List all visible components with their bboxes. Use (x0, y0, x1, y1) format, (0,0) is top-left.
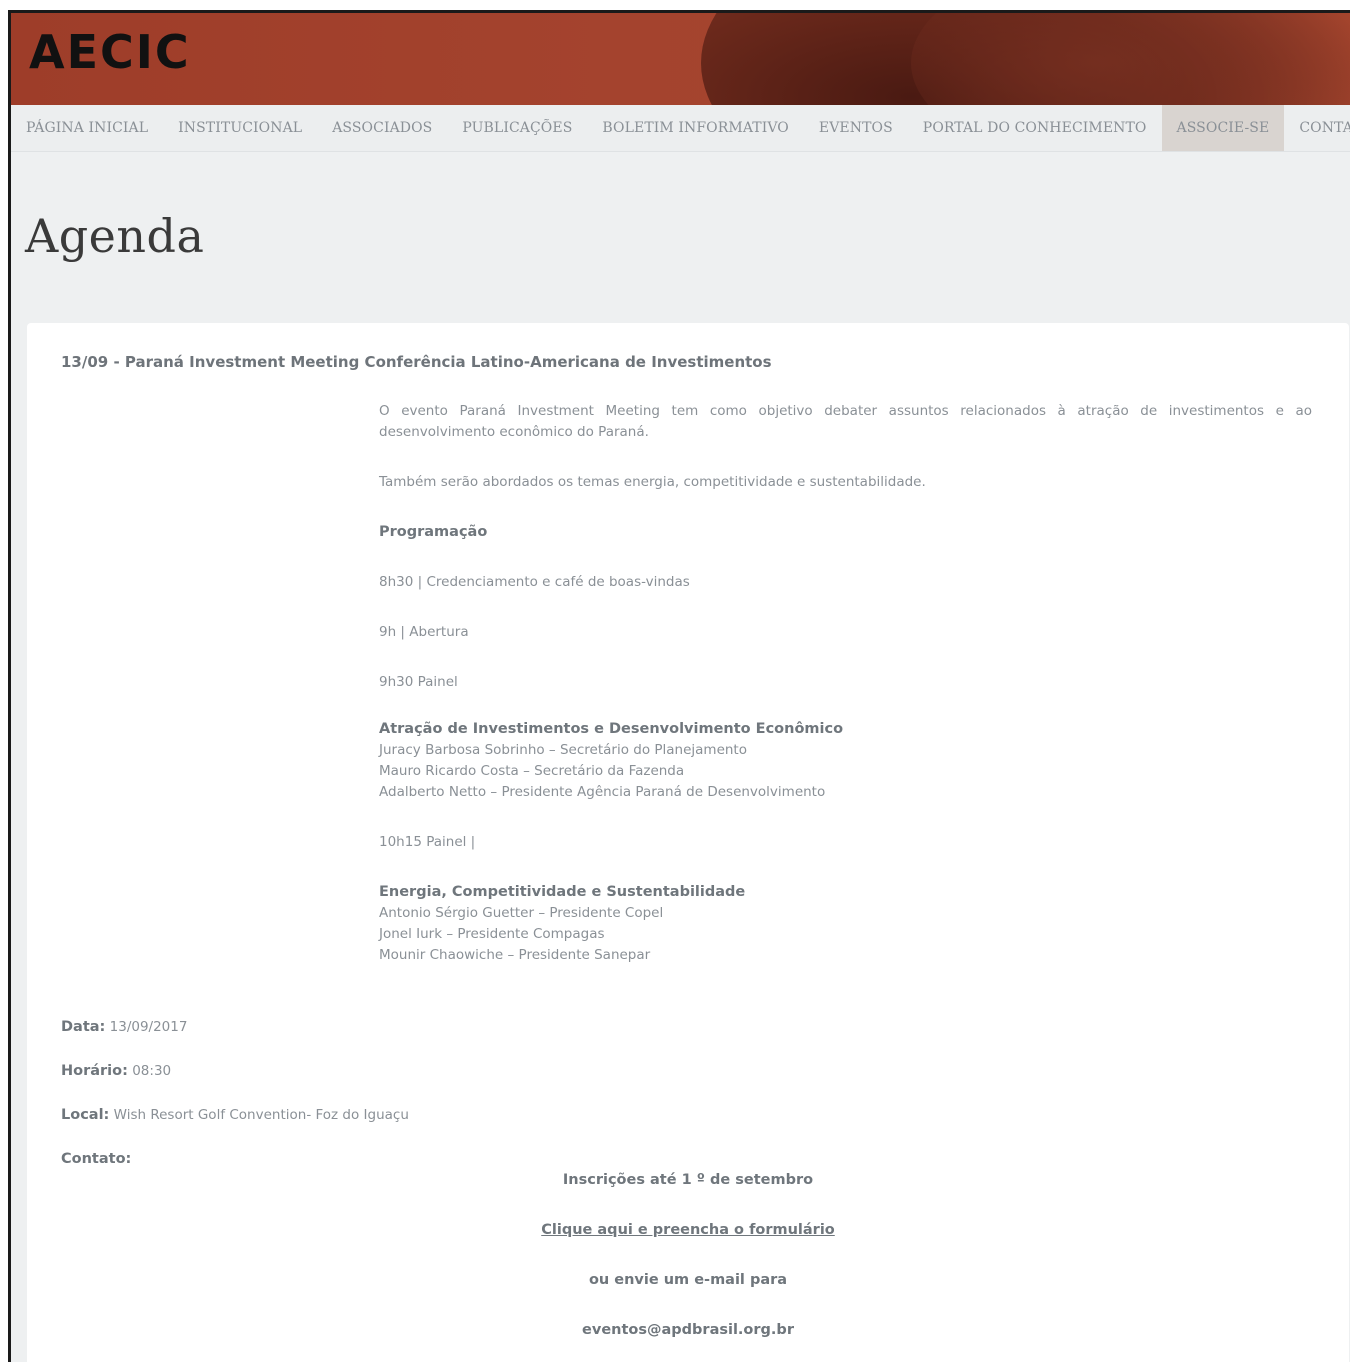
nav-item-institucional[interactable]: INSTITUCIONAL (163, 105, 317, 151)
schedule-item: 8h30 | Credenciamento e café de boas-vin… (379, 574, 690, 590)
registration-deadline: Inscrições até 1 º de setembro (562, 1172, 814, 1188)
page-title: Agenda (25, 209, 205, 263)
nav-item-publicacoes[interactable]: PUBLICAÇÕES (447, 105, 587, 151)
nav-item-pagina-inicial[interactable]: PÁGINA INICIAL (11, 105, 163, 151)
time-value: 08:30 (132, 1063, 172, 1079)
date-label: Data: (61, 1019, 106, 1035)
banner-decoration-2 (911, 13, 1350, 105)
form-link[interactable]: Clique aqui e preencha o formulário (27, 1222, 1349, 1238)
contact-email[interactable]: eventos@apdbrasil.org.br (27, 1322, 1349, 1338)
nav-item-eventos[interactable]: EVENTOS (804, 105, 908, 151)
speaker: Mounir Chaowiche – Presidente Sanepar (379, 947, 651, 963)
event-title: 13/09 - Paraná Investment Meeting Confer… (61, 353, 772, 371)
speaker: Mauro Ricardo Costa – Secretário da Faze… (379, 763, 685, 779)
panel2-heading: Energia, Competitividade e Sustentabilid… (379, 884, 746, 900)
speaker: Antonio Sérgio Guetter – Presidente Cope… (379, 905, 664, 921)
event-topics: Também serão abordados os temas energia,… (379, 474, 926, 490)
event-intro: O evento Paraná Investment Meeting tem c… (379, 403, 1312, 440)
speaker: Adalberto Netto – Presidente Agência Par… (379, 784, 826, 800)
event-date: Data: 13/09/2017 (61, 1019, 187, 1035)
speaker: Jonel Iurk – Presidente Compagas (379, 926, 605, 942)
nav-item-associe-se[interactable]: ASSOCIE-SE (1161, 105, 1285, 151)
place-label: Local: (61, 1107, 110, 1123)
event-card: 13/09 - Paraná Investment Meeting Confer… (27, 323, 1349, 1362)
schedule-item: 9h30 Painel (379, 674, 458, 690)
place-value: Wish Resort Golf Convention- Foz do Igua… (113, 1107, 409, 1123)
event-time: Horário: 08:30 (61, 1063, 171, 1079)
schedule-item: 10h15 Painel | (379, 834, 476, 850)
event-place: Local: Wish Resort Golf Convention- Foz … (61, 1107, 409, 1123)
panel1-heading: Atração de Investimentos e Desenvolvimen… (379, 721, 844, 737)
nav-item-associados[interactable]: ASSOCIADOS (317, 105, 447, 151)
nav-item-contato[interactable]: CONTATO (1284, 105, 1350, 151)
main-nav: PÁGINA INICIAL INSTITUCIONAL ASSOCIADOS … (11, 105, 1350, 152)
nav-item-boletim-informativo[interactable]: BOLETIM INFORMATIVO (587, 105, 804, 151)
event-description: O evento Paraná Investment Meeting tem c… (379, 401, 1312, 966)
nav-item-portal-do-conhecimento[interactable]: PORTAL DO CONHECIMENTO (908, 105, 1162, 151)
contact-label: Contato: (61, 1151, 132, 1167)
schedule-item: 9h | Abertura (379, 624, 469, 640)
program-heading: Programação (379, 524, 488, 540)
email-intro: ou envie um e-mail para (588, 1272, 788, 1288)
time-label: Horário: (61, 1063, 128, 1079)
event-contact: Contato: (61, 1151, 131, 1167)
date-value: 13/09/2017 (109, 1019, 188, 1035)
site-banner: AECIC (11, 13, 1350, 105)
speaker: Juracy Barbosa Sobrinho – Secretário do … (379, 742, 747, 758)
site-logo[interactable]: AECIC (29, 25, 191, 79)
browser-page: AECIC PÁGINA INICIAL INSTITUCIONAL ASSOC… (8, 10, 1350, 1362)
